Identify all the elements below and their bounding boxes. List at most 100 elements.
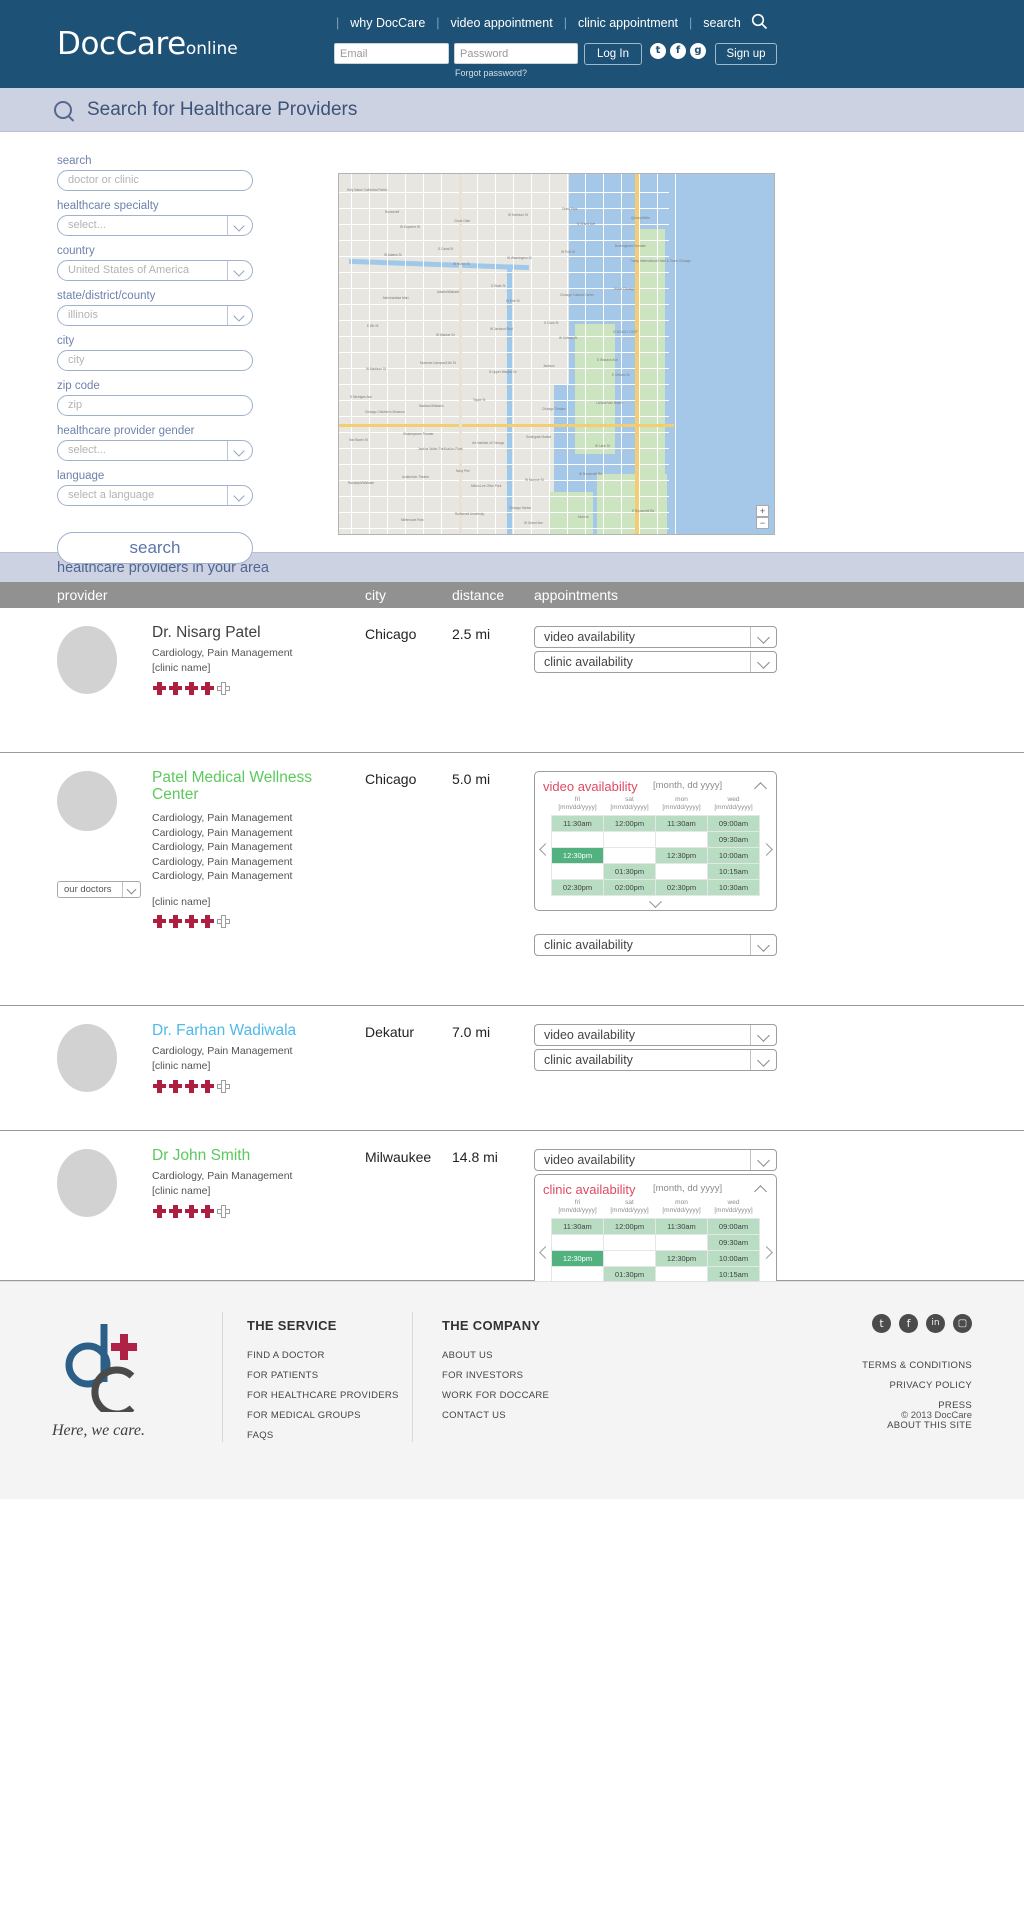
- nav-video-appointment[interactable]: video appointment: [451, 16, 553, 30]
- twitter-icon[interactable]: t: [650, 43, 666, 59]
- calendar-slot[interactable]: 02:30pm: [655, 879, 708, 896]
- state-select[interactable]: illinois: [57, 305, 253, 326]
- nav-search[interactable]: search: [703, 16, 741, 30]
- table-row[interactable]: Dr. Nisarg Patel Cardiology, Pain Managem…: [0, 608, 1024, 753]
- availability-calendar[interactable]: video availability [month, dd yyyy] fri [mm…: [534, 771, 777, 911]
- footer-link[interactable]: FAQS: [247, 1430, 399, 1441]
- availability-dropdown[interactable]: clinic availability: [534, 1049, 777, 1071]
- chevron-up-icon[interactable]: [755, 1184, 768, 1193]
- twitter-icon[interactable]: t: [872, 1314, 891, 1333]
- calendar-slot[interactable]: 11:30am: [551, 1218, 604, 1235]
- calendar-slot[interactable]: 10:00am: [707, 847, 760, 864]
- calendar-slot[interactable]: 10:00am: [707, 1250, 760, 1267]
- footer-link[interactable]: FIND A DOCTOR: [247, 1350, 399, 1361]
- facebook-icon[interactable]: f: [670, 43, 686, 59]
- footer-link[interactable]: CONTACT US: [442, 1410, 549, 1421]
- city-input[interactable]: city: [57, 350, 253, 371]
- footer-legal-link[interactable]: ABOUT THIS SITE: [862, 1420, 972, 1431]
- country-select[interactable]: United States of America: [57, 260, 253, 281]
- map-zoom-in-button[interactable]: +: [756, 505, 769, 517]
- calendar-slot[interactable]: 11:30am: [655, 1218, 708, 1235]
- provider-name[interactable]: Dr. Farhan Wadiwala: [152, 1022, 352, 1039]
- facebook-icon[interactable]: f: [899, 1314, 918, 1333]
- calendar-slot[interactable]: 10:15am: [707, 863, 760, 880]
- specialty-select[interactable]: select...: [57, 215, 253, 236]
- availability-dropdown[interactable]: video availability: [534, 626, 777, 648]
- chevron-down-icon[interactable]: [227, 306, 252, 325]
- chevron-down-icon[interactable]: [122, 882, 140, 897]
- calendar-slot[interactable]: 12:00pm: [603, 815, 656, 832]
- chevron-down-icon[interactable]: [750, 935, 776, 955]
- provider-name[interactable]: Patel Medical Wellness Center: [152, 769, 352, 803]
- site-logo[interactable]: DocCareonline: [57, 26, 238, 62]
- footer-link[interactable]: FOR PATIENTS: [247, 1370, 399, 1381]
- footer-link[interactable]: FOR MEDICAL GROUPS: [247, 1410, 399, 1421]
- calendar-slot[interactable]: 01:30pm: [603, 863, 656, 880]
- calendar-slot[interactable]: 12:30pm: [655, 1250, 708, 1267]
- chevron-down-icon[interactable]: [227, 216, 252, 235]
- calendar-slot[interactable]: 12:00pm: [603, 1218, 656, 1235]
- chevron-left-icon[interactable]: [539, 1245, 548, 1261]
- chevron-down-icon[interactable]: [750, 627, 776, 647]
- instagram-icon[interactable]: ▢: [953, 1314, 972, 1333]
- table-row[interactable]: Dr. Farhan Wadiwala Cardiology, Pain Mana…: [0, 1006, 1024, 1131]
- calendar-slot[interactable]: 02:00pm: [603, 879, 656, 896]
- footer-link[interactable]: WORK FOR DOCCARE: [442, 1390, 549, 1401]
- footer-link[interactable]: FOR HEALTHCARE PROVIDERS: [247, 1390, 399, 1401]
- signup-button[interactable]: Sign up: [715, 43, 777, 65]
- google-plus-icon[interactable]: g: [690, 43, 706, 59]
- language-select[interactable]: select a language: [57, 485, 253, 506]
- calendar-slot[interactable]: 09:00am: [707, 815, 760, 832]
- chevron-down-icon[interactable]: [750, 1050, 776, 1070]
- chevron-down-icon[interactable]: [750, 652, 776, 672]
- calendar-slot[interactable]: 09:30am: [707, 1234, 760, 1251]
- zip-input[interactable]: zip: [57, 395, 253, 416]
- search-icon[interactable]: [751, 13, 768, 33]
- availability-dropdown[interactable]: clinic availability: [534, 934, 777, 956]
- table-row[interactable]: Patel Medical Wellness Center Cardiology,…: [0, 753, 1024, 1006]
- calendar-slot[interactable]: 12:30pm: [655, 847, 708, 864]
- calendar-slot[interactable]: 11:30am: [655, 815, 708, 832]
- avatar[interactable]: [57, 1024, 117, 1092]
- avatar[interactable]: [57, 771, 117, 831]
- availability-dropdown[interactable]: video availability: [534, 1149, 777, 1171]
- availability-dropdown[interactable]: video availability: [534, 1024, 777, 1046]
- avatar[interactable]: [57, 1149, 117, 1217]
- chevron-down-icon[interactable]: [750, 1150, 776, 1170]
- footer-link[interactable]: ABOUT US: [442, 1350, 549, 1361]
- login-button[interactable]: Log In: [584, 43, 642, 65]
- calendar-slot[interactable]: 10:30am: [707, 879, 760, 896]
- map-zoom-controls[interactable]: + −: [756, 505, 769, 529]
- chevron-down-icon[interactable]: [535, 896, 776, 908]
- linkedin-icon[interactable]: in: [926, 1314, 945, 1333]
- calendar-slot[interactable]: 12:30pm: [551, 1250, 604, 1267]
- calendar-slot[interactable]: 09:00am: [707, 1218, 760, 1235]
- chevron-right-icon[interactable]: [763, 842, 772, 858]
- chevron-left-icon[interactable]: [539, 842, 548, 858]
- calendar-slot[interactable]: 11:30am: [551, 815, 604, 832]
- footer-link[interactable]: FOR INVESTORS: [442, 1370, 549, 1381]
- search-input[interactable]: doctor or clinic: [57, 170, 253, 191]
- footer-legal-link[interactable]: PRIVACY POLICY: [862, 1380, 972, 1391]
- footer-legal-link[interactable]: TERMS & CONDITIONS: [862, 1360, 972, 1371]
- map-view[interactable]: + − Holy Name Cathedral Parish W Superior…: [338, 173, 775, 535]
- chevron-up-icon[interactable]: [755, 781, 768, 790]
- nav-clinic-appointment[interactable]: clinic appointment: [578, 16, 678, 30]
- table-row[interactable]: Dr John Smith Cardiology, Pain Management…: [0, 1131, 1024, 1314]
- chevron-down-icon[interactable]: [750, 1025, 776, 1045]
- map-zoom-out-button[interactable]: −: [756, 517, 769, 529]
- chevron-right-icon[interactable]: [763, 1245, 772, 1261]
- password-field[interactable]: Password: [454, 43, 578, 64]
- chevron-down-icon[interactable]: [227, 441, 252, 460]
- forgot-password-link[interactable]: Forgot password?: [455, 68, 527, 78]
- calendar-slot[interactable]: 12:30pm: [551, 847, 604, 864]
- provider-name[interactable]: Dr. Nisarg Patel: [152, 624, 352, 641]
- nav-why-doccare[interactable]: why DocCare: [350, 16, 425, 30]
- our-doctors-dropdown[interactable]: our doctors: [57, 881, 141, 898]
- chevron-down-icon[interactable]: [227, 486, 252, 505]
- calendar-slot[interactable]: 09:30am: [707, 831, 760, 848]
- email-field[interactable]: Email: [334, 43, 449, 64]
- search-submit-button[interactable]: search: [57, 532, 253, 564]
- calendar-slot[interactable]: 02:30pm: [551, 879, 604, 896]
- gender-select[interactable]: select...: [57, 440, 253, 461]
